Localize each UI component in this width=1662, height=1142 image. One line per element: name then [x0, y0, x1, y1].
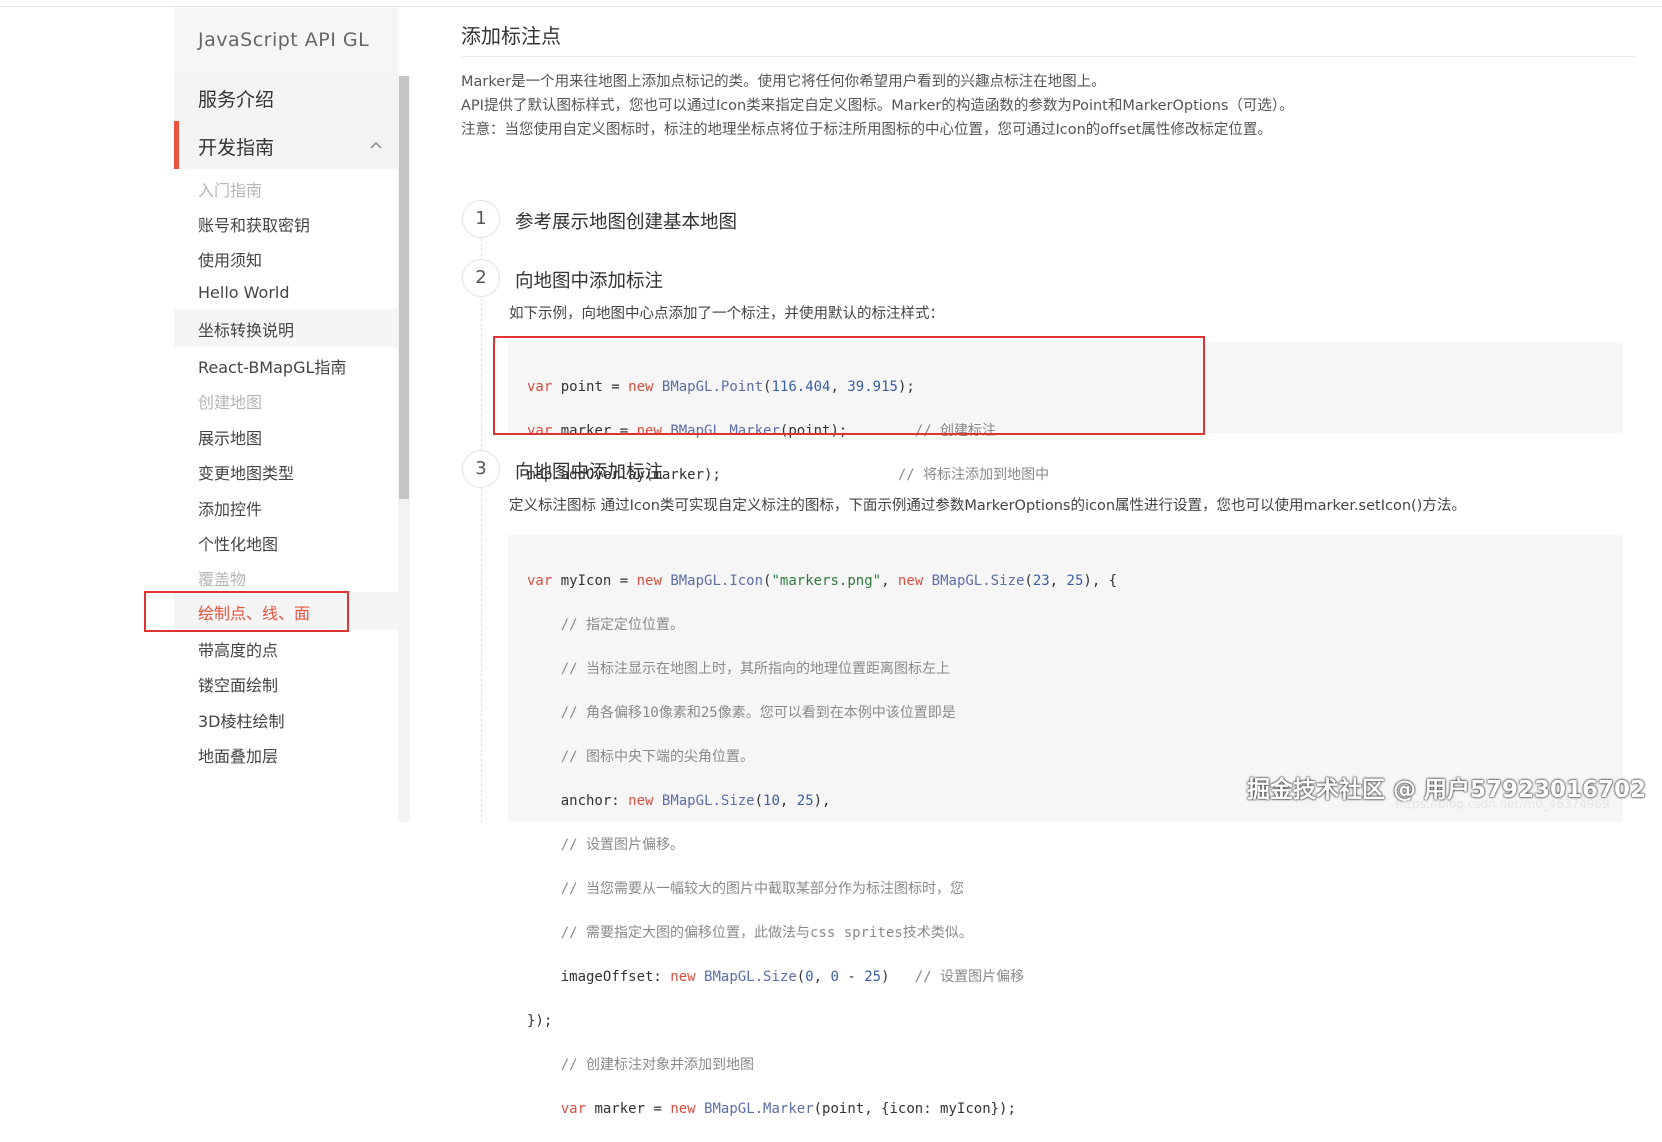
sidebar-item-coord-convert[interactable]: 坐标转换说明 — [174, 309, 398, 347]
sidebar-item-hello-world[interactable]: Hello World — [198, 283, 290, 302]
sidebar-section-dev-guide[interactable]: 开发指南 — [174, 121, 398, 169]
code-line: // 设置图片偏移。 — [527, 837, 685, 853]
sidebar-item-react-bmapgl[interactable]: React-BMapGL指南 — [198, 354, 346, 378]
sidebar-scrollbar-thumb[interactable] — [399, 76, 409, 499]
sidebar-item-hollow-polygon[interactable]: 镂空面绘制 — [198, 672, 278, 696]
step-description: 如下示例，向地图中心点添加了一个标注，并使用默认的标注样式： — [509, 306, 944, 322]
intro-line: 注意：当您使用自定义图标时，标注的地理坐标点将位于标注所用图标的中心位置，您可通… — [461, 122, 1272, 138]
code-line: // 创建标注对象并添加到地图 — [527, 1057, 755, 1073]
intro-line: Marker是一个用来往地图上添加点标记的类。使用它将任何你希望用户看到的兴趣点… — [461, 74, 1106, 90]
active-section-indicator — [174, 121, 179, 169]
sidebar-section-label: 服务介绍 — [198, 89, 275, 111]
code-line: imageOffset: new BMapGL.Size(0, 0 - 25) … — [527, 969, 1025, 985]
code-line: // 角各偏移10像素和25像素。您可以看到在本例中该位置即是 — [527, 705, 956, 721]
step-connector — [481, 238, 483, 822]
sidebar-section-label: 开发指南 — [198, 137, 275, 159]
sidebar-item-custom-map[interactable]: 个性化地图 — [198, 531, 278, 555]
sidebar-item-change-map-type[interactable]: 变更地图类型 — [198, 460, 294, 484]
highlight-box — [493, 336, 1205, 435]
step-description: 定义标注图标 通过Icon类可实现自定义标注的图标，下面示例通过参数Marker… — [509, 498, 1466, 514]
code-line: // 指定定位位置。 — [527, 617, 685, 633]
sidebar-title: JavaScript API GL — [198, 29, 370, 51]
sidebar-section-service-intro[interactable]: 服务介绍 — [174, 73, 398, 121]
code-line: }); — [527, 1013, 553, 1029]
sidebar-item-label: 坐标转换说明 — [198, 321, 295, 340]
step-number: 3 — [462, 450, 500, 488]
code-sample-custom-icon: var myIcon = new BMapGL.Icon("markers.pn… — [527, 548, 1117, 1142]
sidebar-item-show-map[interactable]: 展示地图 — [198, 425, 262, 449]
code-line: // 图标中央下端的尖角位置。 — [527, 749, 755, 765]
title-divider — [461, 56, 1636, 57]
sidebar-item-3d-prism[interactable]: 3D棱柱绘制 — [198, 708, 285, 732]
code-line: // 当您需要从一幅较大的图片中截取某部分作为标注图标时，您 — [527, 881, 964, 897]
sidebar-item-usage-notes[interactable]: 使用须知 — [198, 247, 262, 271]
code-line: // 需要指定大图的偏移位置，此做法与css sprites技术类似。 — [527, 925, 973, 941]
sidebar-item-elevated-point[interactable]: 带高度的点 — [198, 637, 278, 661]
intro-line: API提供了默认图标样式，您也可以通过Icon类来指定自定义图标。Marker的… — [461, 98, 1294, 114]
highlight-box — [144, 591, 349, 632]
sidebar-group-overlays: 覆盖物 — [198, 570, 247, 589]
code-line: var myIcon = new BMapGL.Icon("markers.pn… — [527, 573, 1118, 589]
sidebar-item-ground-overlay[interactable]: 地面叠加层 — [198, 743, 278, 767]
step-number: 1 — [462, 200, 500, 238]
step-title: 向地图中添加标注 — [515, 462, 664, 483]
sidebar-item-account-key[interactable]: 账号和获取密钥 — [198, 212, 310, 236]
code-line: var marker = new BMapGL.Marker(point, {i… — [560, 1101, 1016, 1117]
sidebar-group-getting-started: 入门指南 — [198, 181, 263, 200]
sidebar-group-create-map: 创建地图 — [198, 393, 263, 412]
sidebar-header: JavaScript API GL — [174, 7, 398, 78]
step-number: 2 — [462, 259, 500, 297]
watermark-url: https://blog.csdn.net/m0_46374969 — [1395, 797, 1610, 811]
step-title: 参考展示地图创建基本地图 — [515, 212, 738, 233]
page-title: 添加标注点 — [461, 24, 561, 48]
code-line: anchor: new BMapGL.Size(10, 25), — [527, 793, 831, 809]
code-line: // 当标注显示在地图上时，其所指向的地理位置距离图标左上 — [527, 661, 950, 677]
sidebar-item-add-controls[interactable]: 添加控件 — [198, 496, 262, 520]
step-title: 向地图中添加标注 — [515, 271, 664, 292]
chevron-up-icon[interactable] — [368, 137, 384, 153]
